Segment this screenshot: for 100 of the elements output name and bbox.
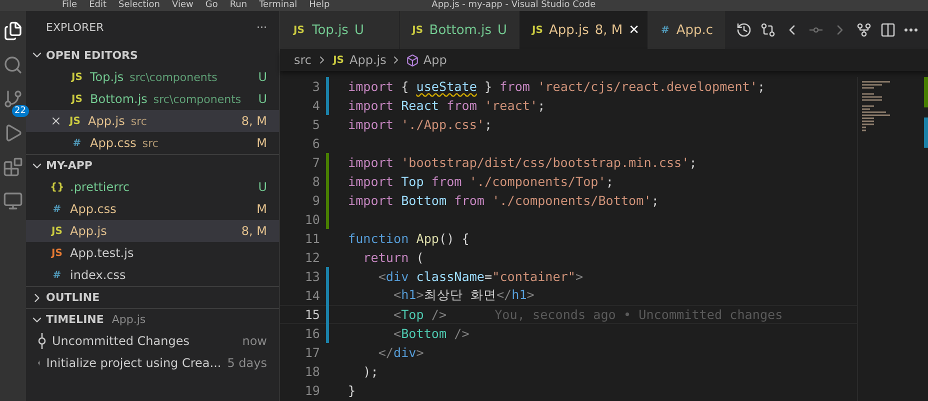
toolbar-button[interactable] [904,28,918,32]
js-icon: JS [292,24,306,36]
breadcrumb-item[interactable]: App.js [350,53,386,67]
file-name: .prettierrc [70,180,130,194]
timeline-time: 5 days [227,356,267,370]
line-number: 10 [304,212,320,227]
line-number: 15 [304,307,320,322]
status-letter: U [354,22,364,38]
code-line: import Bottom from './components/Bottom'; [348,193,659,208]
code-line: import Top from './components/Top'; [348,174,614,189]
toolbar-button[interactable] [880,22,896,38]
line-number: 19 [304,383,320,398]
status-letter: U [258,70,267,84]
editor-tab[interactable]: # App.c [648,11,726,49]
line-number: 14 [304,288,320,303]
editor-tab[interactable]: JS Top.js U [280,11,400,49]
file-name: App.test.js [70,246,134,260]
close-icon[interactable] [50,115,62,127]
file-name: App.css [90,136,136,150]
breadcrumb-item[interactable]: src [294,53,312,67]
timeline-item[interactable]: Initialize project using Crea... 5 days [26,352,279,374]
open-editor-item[interactable]: JS Top.js src\components U [26,66,279,88]
files-icon[interactable] [3,21,23,41]
section-title[interactable]: MY-APP [46,159,92,172]
breadcrumb-item[interactable]: App [423,53,447,67]
explorer-row[interactable]: JS App.test.js [26,242,279,264]
search-icon[interactable] [3,55,23,75]
timeline-file: App.js [112,313,146,326]
toolbar-button[interactable] [856,22,872,38]
file-path: src\components [153,92,242,106]
status-letter: U [258,92,267,106]
line-number: 6 [311,136,320,151]
monitor-icon[interactable] [3,191,23,211]
line-number: 8 [311,174,320,189]
code-line: return ( [362,250,424,265]
status-letter: U [497,22,507,38]
braces-icon: {} [50,182,64,192]
menu-item[interactable]: Run [230,0,248,11]
menu-item[interactable]: View [172,0,194,11]
hash-icon: # [50,270,64,280]
file-path: src [130,114,147,128]
line-number: 17 [304,345,320,360]
explorer-row[interactable]: JS App.js 8, M [26,220,279,242]
line-number: 4 [311,98,320,113]
window-title: App.js - my-app - Visual Studio Code [432,0,596,11]
editor-tab[interactable]: JS App.js 8, M ✕ [520,11,648,49]
explorer-row[interactable]: {} .prettierrc U [26,176,279,198]
code-line: } [348,383,356,398]
section-title[interactable]: TIMELINE [46,313,104,326]
blocks-icon[interactable] [3,157,23,177]
menu-item[interactable]: Go [205,0,218,11]
menu-item[interactable]: Terminal [259,0,298,11]
tab-label: App.js [548,22,589,38]
menu-item[interactable]: Selection [118,0,160,11]
file-path: src [142,136,158,150]
code-line: import 'bootstrap/dist/css/bootstrap.min.css'; [348,155,697,170]
tab-label: Bottom.js [429,22,492,38]
explorer-row[interactable]: # index.css [26,264,279,286]
file-name: Top.js [90,70,124,84]
cube-icon [406,54,420,66]
split-icon [880,22,896,38]
status-letter: M [256,136,267,150]
toolbar-button[interactable] [760,22,776,38]
timeline-item[interactable]: Uncommitted Changes now [26,330,279,352]
history-icon [736,22,752,38]
count-badge: 22 [12,105,29,117]
js-icon: JS [50,248,64,258]
open-editor-item[interactable]: # App.css src M [26,132,279,154]
line-number: 3 [311,79,320,94]
tab-label: App.c [676,22,713,38]
timeline-label: Initialize project using Crea... [46,356,222,370]
line-number: 12 [304,250,320,265]
code-line: import './App.css'; [348,117,492,132]
menu-item[interactable]: Help [309,0,330,11]
file-name: index.css [70,268,126,282]
line-number: 16 [304,326,320,341]
code-line: <div className="container"> [377,269,584,284]
close-button[interactable]: ✕ [628,22,640,38]
explorer-row[interactable]: # App.css M [26,198,279,220]
open-editor-item[interactable]: JS App.js src 8, M [26,110,279,132]
file-name: App.css [70,202,116,216]
line-number: 7 [311,155,320,170]
code-line: <Bottom /> [392,326,470,341]
code-line: import React from 'react'; [348,98,546,113]
open-editor-item[interactable]: JS Bottom.js src\components U [26,88,279,110]
status-letter: M [256,202,267,216]
status-letter: 8, M [241,224,267,238]
more-actions[interactable]: ··· [256,21,267,34]
timeline-label: Uncommitted Changes [52,334,190,348]
section-title[interactable]: OPEN EDITORS [46,48,138,62]
section-title[interactable]: OUTLINE [46,291,100,304]
toolbar-button[interactable] [736,22,752,38]
commit-icon [38,333,46,349]
minimap-drawing[interactable] [857,77,928,401]
js-icon: JS [532,24,543,36]
more-icon [904,28,918,32]
editor-tab[interactable]: JS Bottom.js U [400,11,520,49]
menu-item[interactable]: File [62,0,78,11]
menu-item[interactable]: Edit [89,0,106,11]
hash-icon: # [50,204,64,214]
